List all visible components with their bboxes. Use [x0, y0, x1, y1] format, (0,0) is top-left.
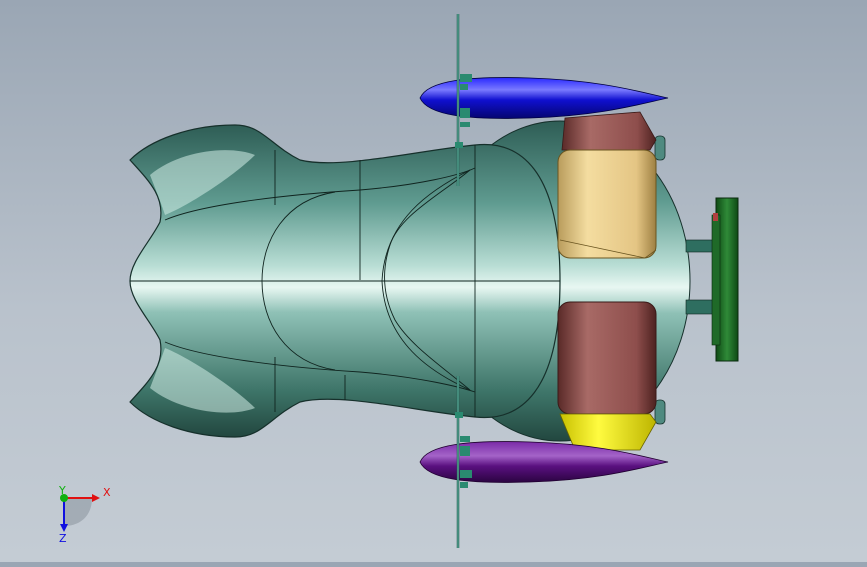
triad-x-label: X: [103, 486, 111, 499]
block-bottom-brown: [557, 301, 657, 415]
block-top-brown: [561, 111, 657, 151]
nub-bottom: [654, 399, 666, 425]
mount-red-tab: [713, 213, 718, 221]
triad-x-arrow: [92, 494, 100, 502]
triad-z-arrow: [60, 524, 68, 532]
model-view[interactable]: [0, 0, 867, 562]
battery-tan: [557, 149, 657, 259]
cad-viewport[interactable]: X Y Z: [0, 0, 867, 562]
mount-bracket: [711, 214, 721, 346]
triad-y-label: Y: [59, 484, 66, 497]
nub-top: [654, 135, 666, 161]
triad-z-label: Z: [59, 532, 67, 545]
reference-triad[interactable]: [60, 494, 100, 532]
triad-shadow: [64, 498, 92, 526]
